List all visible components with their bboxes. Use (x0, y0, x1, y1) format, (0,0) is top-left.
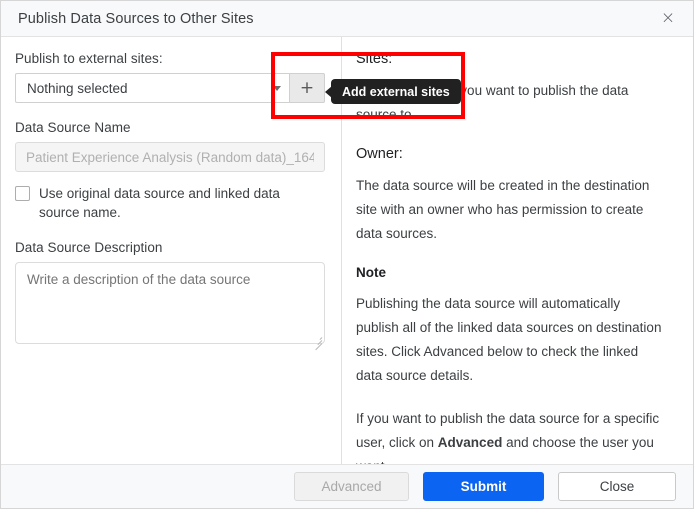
submit-button[interactable]: Submit (423, 472, 544, 501)
dialog-title: Publish Data Sources to Other Sites (18, 10, 254, 27)
chevron-down-icon (273, 85, 281, 91)
close-button[interactable]: Close (558, 472, 676, 501)
external-sites-row: Nothing selected + (15, 73, 325, 103)
use-original-name-label: Use original data source and linked data… (39, 186, 280, 220)
external-sites-select-value: Nothing selected (27, 80, 128, 96)
use-original-name-row: Use original data source and linked data… (15, 184, 325, 222)
data-source-name-input[interactable] (15, 142, 325, 172)
description-wrapper (15, 262, 325, 351)
help-owner-text: The data source will be created in the d… (356, 178, 650, 241)
data-source-description-textarea[interactable] (15, 262, 325, 344)
help-note-text: Publishing the data source will automati… (356, 296, 662, 383)
external-sites-select[interactable]: Nothing selected (15, 73, 289, 103)
data-source-name-label: Data Source Name (15, 120, 131, 135)
publish-data-sources-dialog: Publish Data Sources to Other Sites × Pu… (0, 0, 694, 509)
add-external-sites-tooltip: Add external sites (325, 79, 461, 104)
close-icon[interactable]: × (657, 8, 679, 30)
dialog-footer: Advanced Submit Close (1, 464, 693, 508)
publish-to-external-sites-label: Publish to external sites: (15, 51, 163, 66)
help-sites-heading: Sites: (356, 51, 393, 67)
use-original-name-checkbox[interactable] (15, 186, 30, 201)
help-owner-heading: Owner: (356, 146, 403, 162)
help-specific-user-bold: Advanced (437, 435, 503, 450)
help-note-heading: Note (356, 265, 386, 280)
form-pane: Publish to external sites: Nothing selec… (1, 37, 342, 464)
data-source-description-label: Data Source Description (15, 240, 163, 255)
dialog-titlebar: Publish Data Sources to Other Sites × (1, 1, 693, 37)
advanced-button[interactable]: Advanced (294, 472, 409, 501)
add-external-site-button[interactable]: + (289, 73, 325, 103)
